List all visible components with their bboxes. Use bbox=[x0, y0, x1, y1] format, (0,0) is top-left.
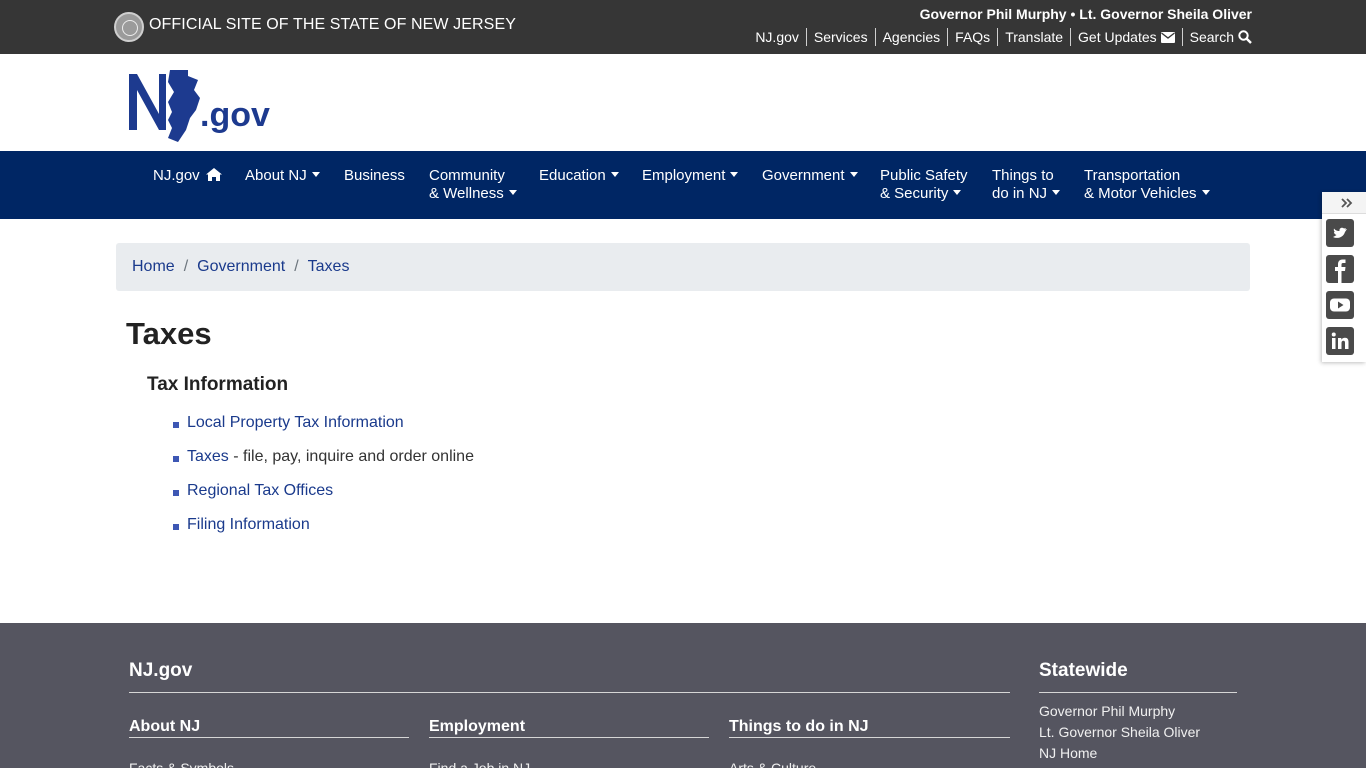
linkedin-icon[interactable] bbox=[1326, 327, 1354, 355]
search-label: Search bbox=[1189, 29, 1234, 45]
nav-about-nj-label: About NJ bbox=[245, 167, 307, 184]
state-seal-icon bbox=[114, 12, 144, 42]
chevron-down-icon bbox=[730, 172, 739, 177]
main-nav: NJ.gov About NJ Business Community & Wel… bbox=[0, 151, 1366, 219]
youtube-icon[interactable] bbox=[1326, 291, 1354, 319]
footer-divider bbox=[129, 737, 409, 738]
collapse-social-button[interactable] bbox=[1322, 192, 1366, 214]
governor-line: Governor Phil Murphy • Lt. Governor Shei… bbox=[919, 6, 1252, 22]
nav-things-line2: do in NJ bbox=[992, 185, 1048, 202]
breadcrumb-separator: / bbox=[294, 258, 299, 275]
nav-employment-label: Employment bbox=[642, 167, 726, 184]
footer-link-arts-culture[interactable]: Arts & Culture bbox=[729, 760, 816, 768]
footer-divider bbox=[429, 737, 709, 738]
svg-text:.gov: .gov bbox=[200, 96, 270, 134]
footer-divider bbox=[1039, 692, 1237, 693]
toplink-njgov[interactable]: NJ.gov bbox=[748, 28, 806, 46]
breadcrumb-separator: / bbox=[183, 258, 189, 275]
list-item: Taxes - file, pay, inquire and order onl… bbox=[173, 448, 474, 482]
chevron-down-icon bbox=[508, 190, 517, 195]
footer: NJ.gov About NJ Facts & Symbols Employme… bbox=[0, 623, 1366, 768]
list-item: Local Property Tax Information bbox=[173, 414, 474, 448]
toplink-agencies[interactable]: Agencies bbox=[874, 28, 948, 46]
footer-col-things-to-do[interactable]: Things to do in NJ bbox=[729, 718, 869, 736]
chevron-down-icon bbox=[610, 172, 619, 177]
chevron-down-icon bbox=[849, 172, 858, 177]
nav-public-safety[interactable]: Public Safety & Security bbox=[880, 167, 968, 203]
chevron-down-icon bbox=[953, 190, 962, 195]
toplink-search[interactable]: Search bbox=[1181, 28, 1252, 46]
bullet-icon bbox=[173, 524, 179, 530]
nav-njgov-label: NJ.gov bbox=[153, 167, 200, 184]
get-updates-label: Get Updates bbox=[1078, 29, 1157, 45]
toplink-services[interactable]: Services bbox=[805, 28, 875, 46]
nav-about-nj[interactable]: About NJ bbox=[245, 167, 320, 185]
list-item: Filing Information bbox=[173, 516, 474, 550]
footer-link-nj-home[interactable]: NJ Home bbox=[1039, 745, 1097, 761]
footer-link-governor[interactable]: Governor Phil Murphy bbox=[1039, 703, 1175, 719]
top-bar: OFFICIAL SITE OF THE STATE OF NEW JERSEY… bbox=[0, 0, 1366, 54]
page-title: Taxes bbox=[126, 316, 212, 351]
section-title: Tax Information bbox=[147, 374, 289, 395]
bullet-icon bbox=[173, 456, 179, 462]
top-links: NJ.gov Services Agencies FAQs Translate … bbox=[748, 28, 1252, 46]
nav-transportation-line2: & Motor Vehicles bbox=[1084, 185, 1197, 202]
breadcrumb-taxes[interactable]: Taxes bbox=[308, 258, 350, 276]
nav-community-line2: & Wellness bbox=[429, 185, 504, 202]
footer-link-facts-symbols[interactable]: Facts & Symbols bbox=[129, 760, 234, 768]
search-icon bbox=[1238, 30, 1252, 44]
footer-col-about-nj[interactable]: About NJ bbox=[129, 718, 200, 736]
nav-business[interactable]: Business bbox=[344, 167, 405, 185]
footer-divider bbox=[729, 737, 1010, 738]
nav-employment[interactable]: Employment bbox=[642, 167, 739, 185]
footer-col-employment[interactable]: Employment bbox=[429, 718, 525, 736]
regional-tax-offices-link[interactable]: Regional Tax Offices bbox=[187, 482, 333, 500]
breadcrumb: Home / Government / Taxes bbox=[116, 243, 1250, 291]
footer-divider bbox=[129, 692, 1010, 693]
breadcrumb-home[interactable]: Home bbox=[132, 258, 175, 276]
bullet-icon bbox=[173, 422, 179, 428]
local-property-tax-link[interactable]: Local Property Tax Information bbox=[187, 414, 404, 432]
nav-government-label: Government bbox=[762, 167, 845, 184]
footer-link-lt-governor[interactable]: Lt. Governor Sheila Oliver bbox=[1039, 724, 1200, 740]
twitter-icon[interactable] bbox=[1326, 219, 1354, 247]
nav-community-line1: Community bbox=[429, 167, 505, 184]
footer-link-find-job[interactable]: Find a Job in NJ bbox=[429, 760, 530, 768]
chevron-down-icon bbox=[311, 172, 320, 177]
taxes-description: - file, pay, inquire and order online bbox=[228, 448, 474, 465]
social-sidebar bbox=[1322, 192, 1366, 362]
nav-government[interactable]: Government bbox=[762, 167, 858, 185]
nav-transportation[interactable]: Transportation & Motor Vehicles bbox=[1084, 167, 1210, 203]
nav-njgov[interactable]: NJ.gov bbox=[153, 167, 222, 185]
filing-information-link[interactable]: Filing Information bbox=[187, 516, 310, 534]
nav-things-line1: Things to bbox=[992, 167, 1054, 184]
tax-links-list: Local Property Tax Information Taxes - f… bbox=[173, 414, 474, 550]
facebook-icon[interactable] bbox=[1326, 255, 1354, 283]
double-chevron-right-icon bbox=[1341, 198, 1353, 208]
taxes-link[interactable]: Taxes bbox=[187, 448, 229, 466]
breadcrumb-government[interactable]: Government bbox=[197, 258, 285, 276]
toplink-get-updates[interactable]: Get Updates bbox=[1070, 28, 1182, 46]
chevron-down-icon bbox=[1201, 190, 1210, 195]
footer-heading-njgov: NJ.gov bbox=[129, 660, 193, 681]
nav-education-label: Education bbox=[539, 167, 606, 184]
nav-things-to-do[interactable]: Things to do in NJ bbox=[992, 167, 1061, 203]
chevron-down-icon bbox=[1052, 190, 1061, 195]
nav-public-safety-line1: Public Safety bbox=[880, 167, 968, 184]
footer-heading-statewide: Statewide bbox=[1039, 660, 1128, 681]
nj-gov-logo[interactable]: .gov bbox=[128, 68, 278, 144]
toplink-faqs[interactable]: FAQs bbox=[947, 28, 997, 46]
list-item: Regional Tax Offices bbox=[173, 482, 474, 516]
nav-education[interactable]: Education bbox=[539, 167, 619, 185]
nav-business-label: Business bbox=[344, 167, 405, 184]
home-icon bbox=[205, 168, 222, 181]
nav-community-wellness[interactable]: Community & Wellness bbox=[429, 167, 517, 203]
bullet-icon bbox=[173, 490, 179, 496]
toplink-translate[interactable]: Translate bbox=[997, 28, 1070, 46]
nav-transportation-line1: Transportation bbox=[1084, 167, 1181, 184]
envelope-icon bbox=[1160, 31, 1175, 43]
nav-public-safety-line2: & Security bbox=[880, 185, 949, 202]
official-site-text: OFFICIAL SITE OF THE STATE OF NEW JERSEY bbox=[149, 16, 516, 33]
